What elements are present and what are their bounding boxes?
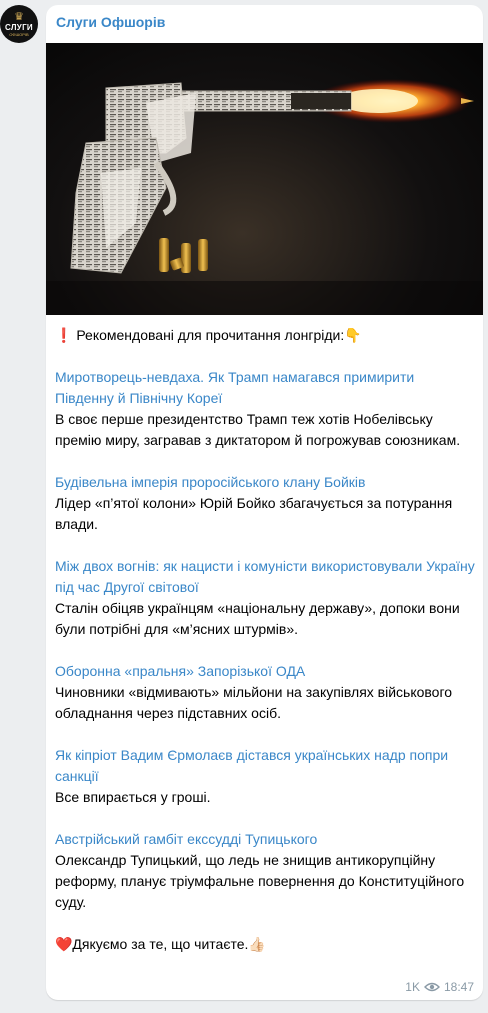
- eye-icon: [423, 982, 440, 992]
- article-link[interactable]: Миротворець-невдаха. Як Трамп намагався …: [55, 367, 475, 409]
- intro-line: ❗️ Рекомендовані для прочитання лонгріди…: [55, 327, 362, 343]
- article-link[interactable]: Будівельна імперія проросійського клану …: [55, 472, 475, 493]
- article-link[interactable]: Австрійський гамбіт екссудді Тупицького: [55, 829, 475, 850]
- article-description: Сталін обіцяв українцям «національну дер…: [55, 600, 460, 637]
- message-bubble: Слуги Офшорів ❗️ Рекомендовані для прочи…: [46, 5, 483, 1000]
- post-text: ❗️ Рекомендовані для прочитання лонгріди…: [55, 325, 475, 955]
- crown-icon: ♛: [14, 10, 24, 23]
- article-link[interactable]: Між двох вогнів: як нацисти і комуністи …: [55, 556, 475, 598]
- post-image[interactable]: [46, 43, 483, 315]
- avatar-subtext: ОФШОРІВ: [9, 31, 29, 37]
- channel-avatar[interactable]: ♛ СЛУГИ ОФШОРІВ: [0, 5, 38, 43]
- channel-name[interactable]: Слуги Офшорів: [56, 14, 165, 30]
- message-time: 18:47: [443, 980, 474, 994]
- view-count: 1K: [405, 980, 420, 994]
- message-meta: 1K 18:47: [405, 980, 474, 994]
- article-description: Олександр Тупицький, що ледь не знищив а…: [55, 852, 465, 910]
- paper-gun-illustration: [46, 79, 483, 315]
- article-link[interactable]: Оборонна «пральня» Запорізької ОДА: [55, 661, 475, 682]
- article-description: Чиновники «відмивають» мільйони на закуп…: [55, 684, 453, 721]
- article-description: Лідер «п’ятої колони» Юрій Бойко збагачу…: [55, 495, 453, 532]
- article-link[interactable]: Як кіпріот Вадим Єрмолаєв дістався украї…: [55, 745, 475, 787]
- outro-line: ❤️Дякуємо за те, що читаєте.👍🏻: [55, 936, 266, 952]
- avatar-text: СЛУГИ: [5, 22, 33, 32]
- article-description: В своє перше президентство Трамп теж хот…: [55, 411, 461, 448]
- article-description: Все впирається у гроші.: [55, 789, 211, 805]
